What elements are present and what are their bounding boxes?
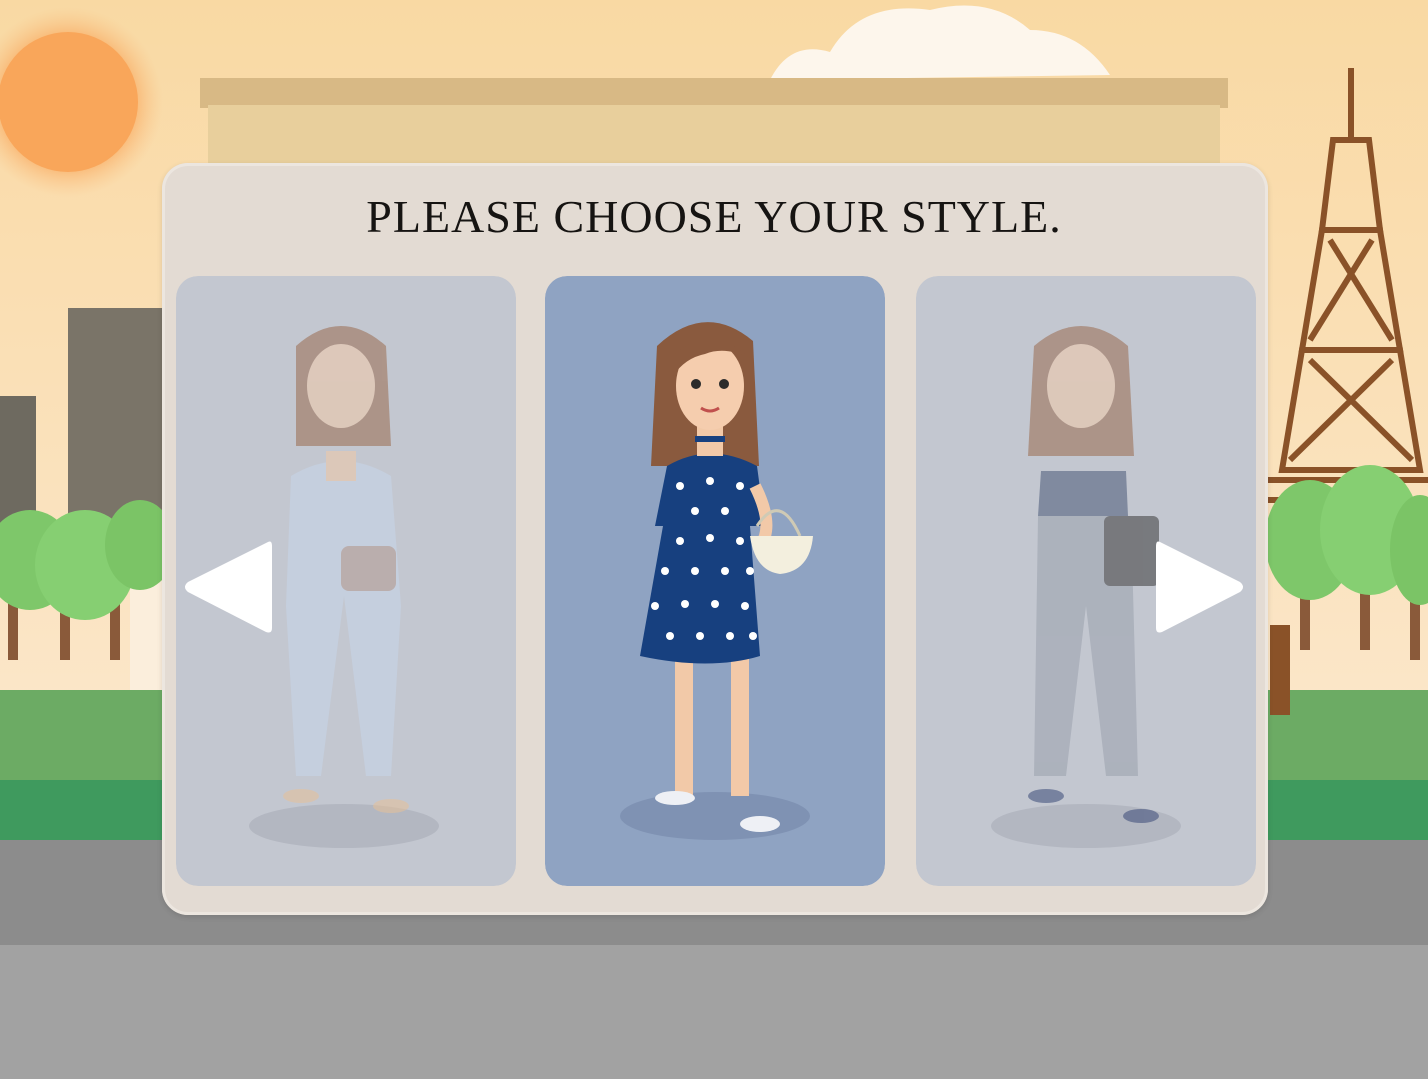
previous-style-button[interactable] [180,536,274,638]
left-arrow-icon [185,541,272,633]
next-style-button[interactable] [1154,536,1248,638]
right-arrow-icon [1156,541,1243,633]
page-title: PLEASE CHOOSE YOUR STYLE. [366,191,1062,242]
style-card-polka-dot-dress[interactable] [545,276,885,886]
